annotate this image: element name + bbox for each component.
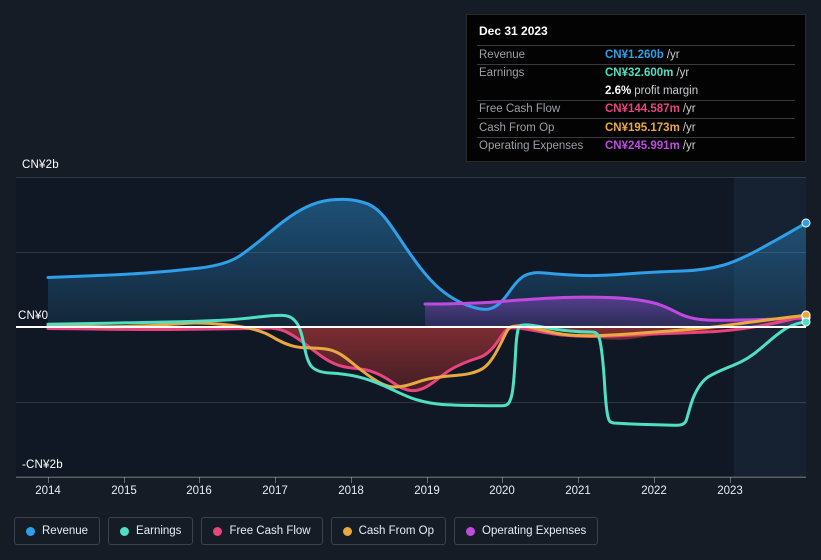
legend-item-earnings[interactable]: Earnings [108,517,193,545]
x-axis-label-2014: 2014 [35,485,61,497]
datapoint-tooltip: Dec 31 2023 Revenue CN¥1.260b /yr Earnin… [466,14,806,162]
y-axis-label-neg2b: -CN¥2b [22,459,63,471]
tooltip-value-operating-expenses: CN¥245.991m [605,140,680,152]
x-axis-label-2018: 2018 [338,485,364,497]
tooltip-row-earnings: Earnings CN¥32.600m /yr [477,64,795,83]
tooltip-label-cash-from-op: Cash From Op [479,122,605,134]
chart-legend: Revenue Earnings Free Cash Flow Cash Fro… [14,517,598,545]
x-axis-label-2016: 2016 [186,485,212,497]
x-tick-2019 [427,477,428,483]
tooltip-label-earnings: Earnings [479,67,605,79]
legend-item-revenue[interactable]: Revenue [14,517,100,545]
x-tick-2017 [275,477,276,483]
legend-label-operating-expenses: Operating Expenses [482,525,586,537]
revenue-color-dot [26,527,35,536]
x-axis-label-2021: 2021 [565,485,591,497]
y-axis-label-0: CN¥0 [18,310,48,322]
x-axis-label-2022: 2022 [641,485,667,497]
tooltip-unit-profit-margin: profit margin [634,85,698,97]
x-tick-2021 [578,477,579,483]
tooltip-unit-earnings: /yr [676,67,689,79]
x-tick-2023 [730,477,731,483]
tooltip-value-free-cash-flow: CN¥144.587m [605,103,680,115]
x-axis-label-2023: 2023 [717,485,743,497]
legend-label-earnings: Earnings [136,525,181,537]
legend-label-revenue: Revenue [42,525,88,537]
operating-expenses-color-dot [466,527,475,536]
tooltip-row-free-cash-flow: Free Cash Flow CN¥144.587m /yr [477,100,795,119]
y-axis-label-2b: CN¥2b [22,159,59,171]
x-axis-label-2019: 2019 [414,485,440,497]
tooltip-unit-revenue: /yr [667,49,680,61]
x-axis-label-2017: 2017 [262,485,288,497]
earnings-end-marker [802,318,811,327]
cash-from-op-color-dot [343,527,352,536]
chart-plot-area [16,177,806,477]
free-cash-flow-color-dot [213,527,222,536]
earnings-color-dot [120,527,129,536]
x-tick-2015 [124,477,125,483]
legend-label-cash-from-op: Cash From Op [359,525,434,537]
tooltip-label-free-cash-flow: Free Cash Flow [479,103,605,115]
stock-financials-chart: CN¥2b CN¥0 -CN¥2b 2014 2015 2016 2017 20… [0,0,821,560]
tooltip-unit-free-cash-flow: /yr [683,103,696,115]
tooltip-unit-operating-expenses: /yr [683,140,696,152]
x-tick-2016 [199,477,200,483]
legend-label-free-cash-flow: Free Cash Flow [229,525,310,537]
zero-baseline [16,326,806,328]
x-axis-label-2015: 2015 [111,485,137,497]
legend-item-cash-from-op[interactable]: Cash From Op [331,517,446,545]
tooltip-row-operating-expenses: Operating Expenses CN¥245.991m /yr [477,137,795,156]
tooltip-value-profit-margin: 2.6% [605,85,631,97]
tooltip-row-cash-from-op: Cash From Op CN¥195.173m /yr [477,118,795,137]
x-tick-2022 [654,477,655,483]
tooltip-label-operating-expenses: Operating Expenses [479,140,605,152]
x-axis-label-2020: 2020 [489,485,515,497]
tooltip-date: Dec 31 2023 [477,23,795,45]
legend-item-operating-expenses[interactable]: Operating Expenses [454,517,598,545]
tooltip-row-revenue: Revenue CN¥1.260b /yr [477,45,795,64]
tooltip-unit-cash-from-op: /yr [683,122,696,134]
legend-item-free-cash-flow[interactable]: Free Cash Flow [201,517,322,545]
tooltip-row-profit-margin: 2.6% profit margin [477,82,795,100]
x-axis-line [16,477,806,478]
x-tick-2014 [48,477,49,483]
x-tick-2018 [351,477,352,483]
tooltip-value-earnings: CN¥32.600m [605,67,673,79]
negative-deficit-area [269,327,806,390]
revenue-end-marker [802,219,811,228]
tooltip-value-cash-from-op: CN¥195.173m [605,122,680,134]
x-tick-2020 [502,477,503,483]
tooltip-value-revenue: CN¥1.260b [605,49,664,61]
tooltip-label-revenue: Revenue [479,49,605,61]
